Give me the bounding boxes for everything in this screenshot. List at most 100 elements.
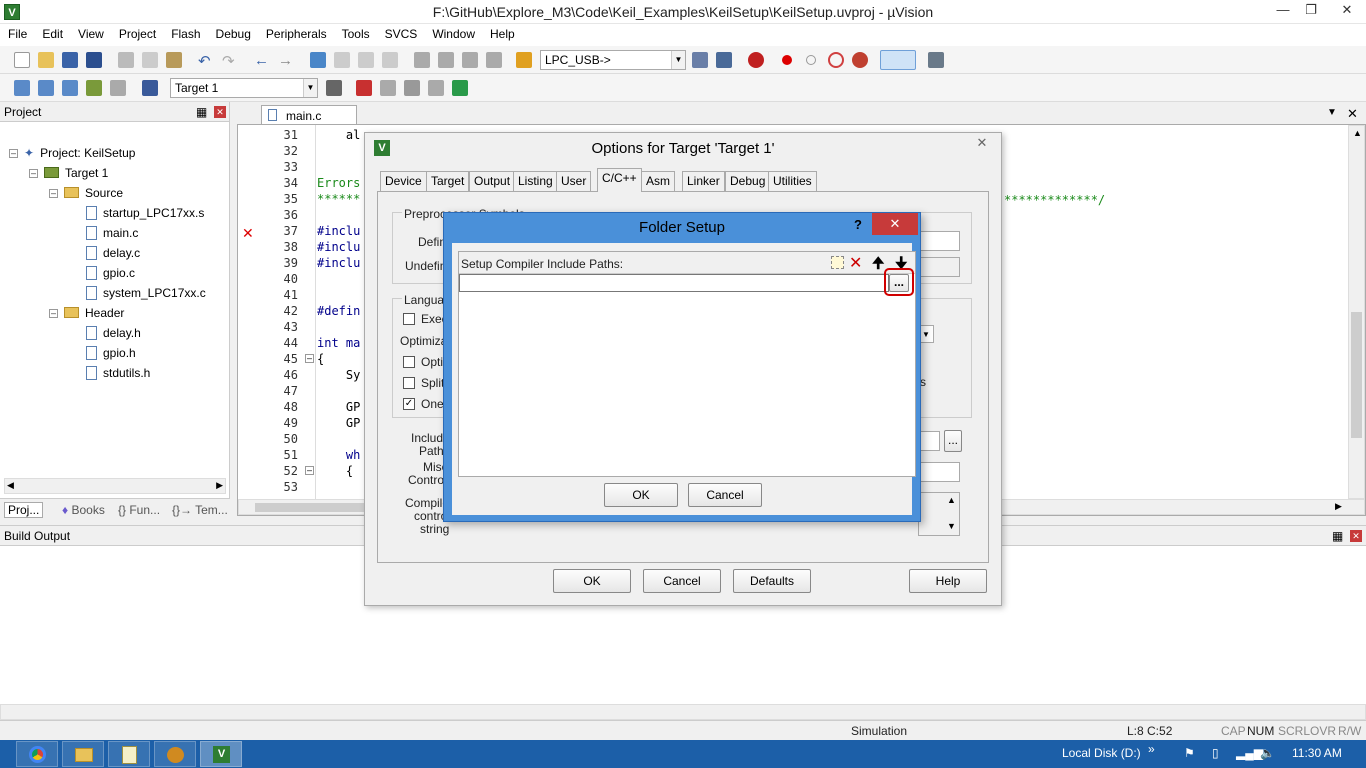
include-paths-list[interactable]: Setup Compiler Include Paths: ✕ 🠉 🠋 ... — [458, 251, 916, 477]
menu-file[interactable]: File — [0, 24, 34, 46]
tab-linker[interactable]: Linker — [682, 171, 725, 191]
network-icon[interactable]: ▂▄▆ — [1236, 746, 1263, 760]
copy-icon[interactable] — [142, 52, 158, 68]
cut-icon[interactable] — [118, 52, 134, 68]
optim-checkbox[interactable] — [403, 356, 415, 368]
define-input[interactable] — [918, 231, 960, 251]
tree-file[interactable]: startup_LPC17xx.s — [86, 206, 204, 220]
menu-window[interactable]: Window — [424, 24, 482, 46]
flag-icon[interactable]: ⚑ — [1184, 746, 1195, 760]
scroll-right-icon[interactable]: ▶ — [1335, 501, 1342, 512]
scroll-up-icon[interactable]: ▲ — [947, 495, 956, 505]
collapse-icon[interactable]: – — [49, 309, 58, 318]
compiler-control-string[interactable]: ▲ ▼ — [918, 492, 960, 536]
device-combo[interactable]: LPC_USB-> ▼ — [540, 50, 686, 70]
kill-breakpoints-icon[interactable] — [852, 52, 868, 68]
tree-file[interactable]: main.c — [86, 226, 138, 240]
tab-main-c[interactable]: main.c — [261, 105, 357, 125]
bookmark-icon[interactable] — [310, 52, 326, 68]
options-defaults-button[interactable]: Defaults — [733, 569, 811, 593]
close-button[interactable]: ✕ — [1330, 0, 1364, 22]
tree-file[interactable]: delay.h — [86, 326, 141, 340]
one-checkbox[interactable]: ✓ — [403, 398, 415, 410]
target-options-icon[interactable] — [326, 80, 342, 96]
vertical-scrollbar[interactable]: ▲ — [1348, 125, 1365, 499]
tab-books[interactable]: ♦ Books — [62, 503, 105, 517]
tree-file[interactable]: gpio.h — [86, 346, 136, 360]
stop-build-icon[interactable] — [110, 80, 126, 96]
scroll-left-icon[interactable]: ◀ — [7, 480, 14, 491]
tab-asm[interactable]: Asm — [641, 171, 675, 191]
breakpoint-icon[interactable] — [782, 55, 792, 65]
tree-group-source[interactable]: Source — [64, 186, 123, 200]
target-combo[interactable]: Target 1 ▼ — [170, 78, 318, 98]
uncomment-icon[interactable] — [486, 52, 502, 68]
folder-cancel-button[interactable]: Cancel — [688, 483, 762, 507]
panel-close-icon[interactable]: ✕ — [214, 106, 226, 118]
tree-project-root[interactable]: ✦ Project: KeilSetup — [24, 146, 135, 160]
folder-ok-button[interactable]: OK — [604, 483, 678, 507]
taskbar-uvision[interactable]: V — [200, 741, 242, 767]
menu-peripherals[interactable]: Peripherals — [258, 24, 334, 46]
scroll-right-icon[interactable]: ▶ — [216, 480, 223, 491]
scrollbar-thumb[interactable] — [255, 503, 365, 512]
tree-file[interactable]: system_LPC17xx.c — [86, 286, 206, 300]
tab-target[interactable]: Target — [426, 171, 470, 191]
collapse-icon[interactable]: – — [49, 189, 58, 198]
navigate-back-icon[interactable]: ← — [254, 52, 270, 69]
save-all-icon[interactable] — [86, 52, 102, 68]
tab-templates[interactable]: {}→ Tem... — [172, 503, 228, 517]
run-time-environment-icon[interactable] — [452, 80, 468, 96]
menu-svcs[interactable]: SVCS — [377, 24, 425, 46]
clear-breakpoints-icon[interactable] — [828, 52, 844, 68]
tab-user[interactable]: User — [556, 171, 592, 191]
paste-icon[interactable] — [166, 52, 182, 68]
exec-checkbox[interactable] — [403, 313, 415, 325]
navigate-forward-icon[interactable]: → — [278, 52, 294, 69]
taskbar-tool[interactable] — [154, 741, 196, 767]
menu-view[interactable]: View — [70, 24, 111, 46]
chevron-down-icon[interactable]: ▼ — [671, 51, 685, 69]
clear-bookmarks-icon[interactable] — [382, 52, 398, 68]
tab-device[interactable]: Device — [380, 171, 427, 191]
scroll-down-icon[interactable]: ▼ — [947, 521, 956, 531]
taskbar-chrome[interactable] — [16, 741, 58, 767]
indent-icon[interactable] — [414, 52, 430, 68]
taskbar-explorer[interactable] — [62, 741, 104, 767]
rebuild-icon[interactable] — [62, 80, 78, 96]
options-help-button[interactable]: Help — [909, 569, 987, 593]
menu-edit[interactable]: Edit — [34, 24, 70, 46]
scrollbar-thumb[interactable] — [1351, 312, 1362, 438]
menu-tools[interactable]: Tools — [334, 24, 377, 46]
collapse-icon[interactable]: – — [9, 149, 18, 158]
save-icon[interactable] — [62, 52, 78, 68]
pin-icon[interactable]: ▦ — [1332, 529, 1343, 543]
include-paths-input[interactable] — [918, 431, 940, 451]
split-checkbox[interactable] — [403, 377, 415, 389]
horizontal-scrollbar[interactable] — [0, 704, 1366, 720]
scroll-up-icon[interactable]: ▲ — [1353, 128, 1362, 138]
editor-close-icon[interactable]: ✕ — [1347, 106, 1358, 122]
find-in-files-icon[interactable] — [516, 52, 532, 68]
prev-bookmark-icon[interactable] — [334, 52, 350, 68]
tab-listing[interactable]: Listing — [513, 171, 558, 191]
tab-output[interactable]: Output — [469, 171, 516, 191]
window-layout-icon[interactable] — [880, 50, 916, 70]
configure-icon[interactable] — [928, 52, 944, 68]
unindent-icon[interactable] — [438, 52, 454, 68]
device-icon[interactable]: ▯ — [1212, 746, 1219, 760]
fold-icon[interactable]: – — [305, 354, 314, 363]
options-cancel-button[interactable]: Cancel — [643, 569, 721, 593]
disable-breakpoint-icon[interactable] — [806, 55, 816, 65]
taskbar-location[interactable]: Local Disk (D:) — [1062, 746, 1141, 760]
tab-functions[interactable]: {} Fun... — [118, 503, 160, 517]
include-path-edit[interactable] — [459, 274, 889, 292]
menu-debug[interactable]: Debug — [208, 24, 258, 46]
comment-icon[interactable] — [462, 52, 478, 68]
tab-list-chevron-icon[interactable]: ▼ — [1327, 107, 1337, 118]
manage-rte-icon[interactable] — [404, 80, 420, 96]
tab-debug[interactable]: Debug — [725, 171, 771, 191]
load-download-icon[interactable] — [142, 80, 158, 96]
collapse-icon[interactable]: – — [29, 169, 38, 178]
incremental-find-icon[interactable] — [716, 52, 732, 68]
